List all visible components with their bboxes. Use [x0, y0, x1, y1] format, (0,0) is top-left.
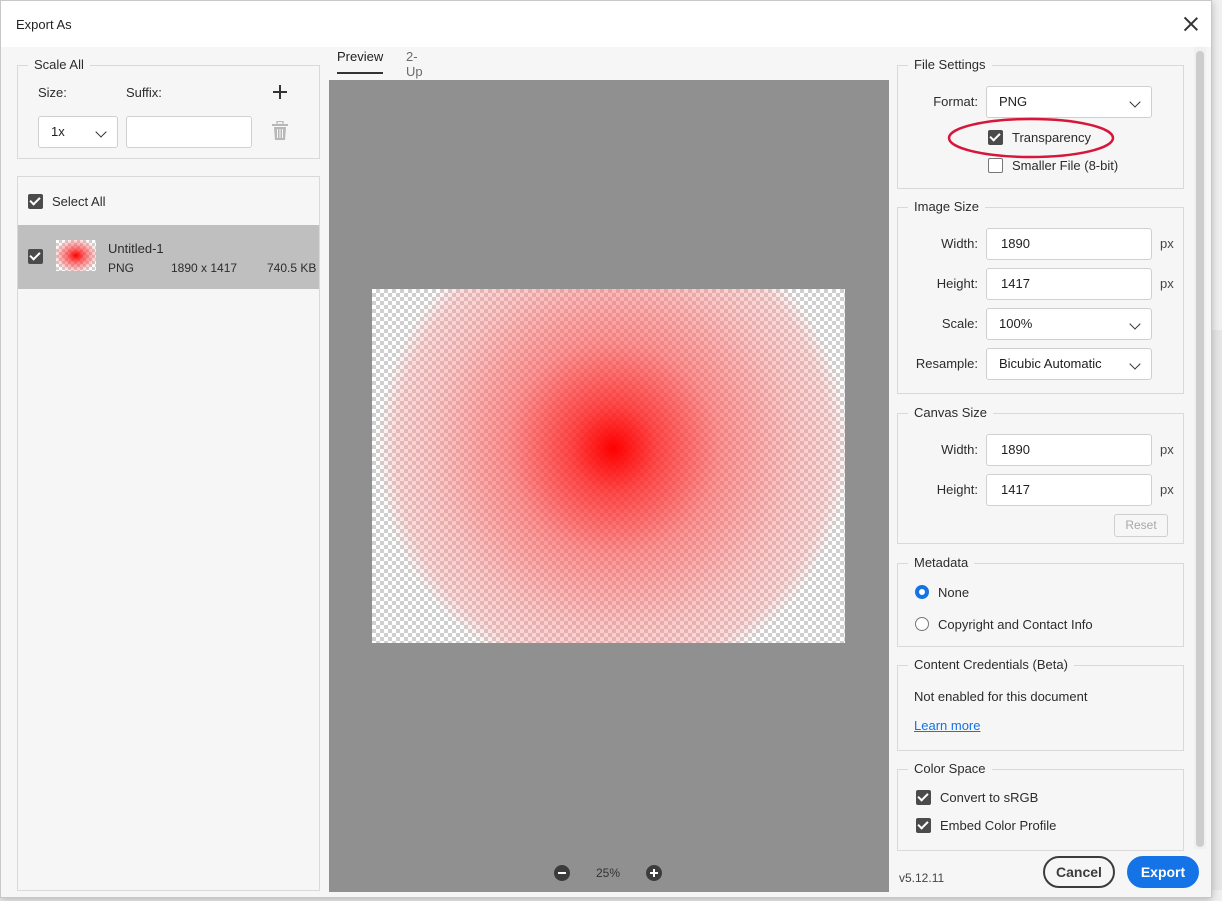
content-credentials-panel: Content Credentials (Beta) Not enabled f… — [897, 657, 1184, 751]
chevron-down-icon — [1129, 318, 1141, 330]
asset-row[interactable]: Untitled-1 PNG 1890 x 1417 740.5 KB — [18, 225, 319, 289]
export-as-dialog: Export As Scale All Size: Suffix: 1x Sel… — [0, 0, 1212, 898]
image-height-label: Height: — [936, 276, 978, 291]
select-all-checkbox[interactable] — [28, 194, 43, 209]
size-select[interactable]: 1x — [38, 116, 118, 148]
learn-more-link[interactable]: Learn more — [914, 718, 980, 733]
embed-profile-label: Embed Color Profile — [940, 818, 1057, 833]
color-space-legend: Color Space — [908, 761, 992, 776]
reset-button[interactable]: Reset — [1114, 514, 1168, 537]
add-scale-icon[interactable] — [272, 84, 288, 100]
content-credentials-status: Not enabled for this document — [914, 689, 1088, 704]
tab-preview[interactable]: Preview — [337, 49, 384, 74]
scale-label: Scale: — [941, 316, 978, 331]
scale-select-value: 100% — [999, 316, 1033, 331]
asset-format: PNG — [108, 261, 135, 275]
asset-thumbnail — [56, 240, 96, 271]
scrollbar-thumb[interactable] — [1196, 51, 1204, 847]
metadata-none-radio[interactable] — [915, 585, 929, 599]
chevron-down-icon — [1129, 358, 1141, 370]
color-space-panel: Color Space Convert to sRGB Embed Color … — [897, 761, 1184, 851]
format-select[interactable]: PNG — [986, 86, 1152, 118]
image-size-panel: Image Size Width: 1890 px Height: 1417 p… — [897, 199, 1184, 394]
embed-profile-checkbox[interactable] — [916, 818, 931, 833]
smaller-file-checkbox[interactable] — [988, 158, 1003, 173]
file-settings-legend: File Settings — [908, 57, 992, 72]
resample-select-value: Bicubic Automatic — [999, 356, 1102, 371]
metadata-none-label: None — [938, 585, 970, 600]
canvas-height-input[interactable]: 1417 — [986, 474, 1152, 506]
title-bar: Export As — [1, 1, 1211, 47]
canvas-height-label: Height: — [936, 482, 978, 497]
cancel-button[interactable]: Cancel — [1043, 856, 1115, 888]
zoom-out-icon[interactable] — [554, 865, 570, 881]
scale-all-legend: Scale All — [28, 57, 90, 72]
size-select-value: 1x — [51, 124, 65, 139]
image-height-unit: px — [1160, 276, 1174, 291]
metadata-panel: Metadata None Copyright and Contact Info — [897, 555, 1184, 647]
trash-icon[interactable] — [271, 121, 289, 141]
metadata-legend: Metadata — [908, 555, 975, 570]
asset-dimensions: 1890 x 1417 — [171, 261, 238, 275]
format-select-value: PNG — [999, 94, 1028, 109]
version-label: v5.12.11 — [899, 871, 945, 885]
asset-name: Untitled-1 — [108, 241, 164, 256]
scale-select[interactable]: 100% — [986, 308, 1152, 340]
image-width-label: Width: — [941, 236, 978, 251]
canvas-size-legend: Canvas Size — [908, 405, 993, 420]
annotation-ellipse — [947, 117, 1115, 159]
zoom-level: 25% — [596, 866, 621, 880]
content-credentials-legend: Content Credentials (Beta) — [908, 657, 1074, 672]
window-title: Export As — [16, 17, 72, 32]
chevron-down-icon — [1129, 96, 1141, 108]
image-width-input[interactable]: 1890 — [986, 228, 1152, 260]
export-button[interactable]: Export — [1127, 856, 1199, 888]
canvas-size-panel: Canvas Size Width: 1890 px Height: 1417 … — [897, 405, 1184, 544]
size-label: Size: — [38, 85, 67, 100]
zoom-in-icon[interactable] — [646, 865, 662, 881]
canvas-height-unit: px — [1160, 482, 1174, 497]
close-icon[interactable] — [1181, 14, 1201, 34]
smaller-file-label: Smaller File (8-bit) — [1012, 158, 1119, 173]
canvas-width-label: Width: — [941, 442, 978, 457]
settings-scrollbar[interactable] — [1194, 47, 1206, 849]
image-preview — [372, 289, 845, 643]
convert-srgb-checkbox[interactable] — [916, 790, 931, 805]
image-size-legend: Image Size — [908, 199, 986, 214]
convert-srgb-label: Convert to sRGB — [940, 790, 1039, 805]
asset-file-size: 740.5 KB — [267, 261, 317, 275]
image-height-input[interactable]: 1417 — [986, 268, 1152, 300]
canvas-width-input[interactable]: 1890 — [986, 434, 1152, 466]
resample-label: Resample: — [915, 356, 978, 371]
scale-all-panel: Scale All Size: Suffix: 1x — [17, 57, 320, 159]
canvas-width-unit: px — [1160, 442, 1174, 457]
asset-checkbox[interactable] — [28, 249, 43, 264]
suffix-label: Suffix: — [126, 85, 162, 100]
metadata-copyright-radio[interactable] — [915, 617, 929, 631]
chevron-down-icon — [95, 126, 107, 138]
preview-area: 25% — [329, 80, 889, 892]
format-label: Format: — [933, 94, 978, 109]
resample-select[interactable]: Bicubic Automatic — [986, 348, 1152, 380]
select-all-label: Select All — [52, 194, 106, 209]
suffix-input[interactable] — [126, 116, 252, 148]
image-width-unit: px — [1160, 236, 1174, 251]
assets-panel: Select All Untitled-1 PNG 1890 x 1417 74… — [17, 176, 320, 891]
metadata-copyright-label: Copyright and Contact Info — [938, 617, 1093, 632]
